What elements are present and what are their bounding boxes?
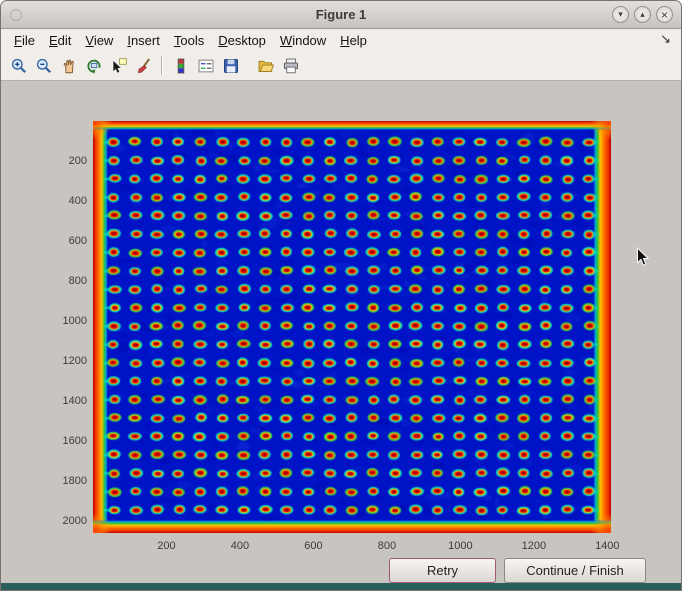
x-tick-label: 1200	[516, 540, 552, 552]
save-button[interactable]	[219, 54, 242, 77]
menu-help[interactable]: Help	[333, 31, 374, 50]
brush-button[interactable]	[132, 54, 155, 77]
y-tick-label: 1400	[45, 395, 87, 407]
window-title: Figure 1	[1, 7, 681, 22]
print-button[interactable]	[279, 54, 302, 77]
chevron-down-icon: ▾	[618, 10, 623, 19]
brush-icon	[135, 57, 153, 75]
menu-insert[interactable]: Insert	[120, 31, 167, 50]
maximize-button[interactable]: ▴	[634, 6, 651, 23]
shade-button[interactable]: ▾	[612, 6, 629, 23]
y-tick-label: 200	[45, 155, 87, 167]
window-menu-icon[interactable]	[10, 9, 22, 21]
y-tick-label: 2000	[45, 515, 87, 527]
y-tick-label: 600	[45, 235, 87, 247]
figure-content: 200 400 600 800 1000 1200 1400 1600 1800 2000 200 4…	[1, 81, 681, 590]
close-icon: ×	[661, 9, 668, 21]
menu-file[interactable]: File	[7, 31, 42, 50]
close-button[interactable]: ×	[656, 6, 673, 23]
x-tick-label: 1000	[442, 540, 478, 552]
insert-legend-button[interactable]	[194, 54, 217, 77]
print-icon	[282, 57, 300, 75]
y-tick-label: 800	[45, 275, 87, 287]
save-icon	[222, 57, 240, 75]
titlebar[interactable]: Figure 1 ▾ ▴ ×	[1, 1, 681, 29]
figure-window: Figure 1 ▾ ▴ × FileEditViewInsertToolsDe…	[0, 0, 682, 591]
data-cursor-button[interactable]	[107, 54, 130, 77]
chevron-up-icon: ▴	[640, 10, 645, 19]
x-tick-label: 600	[295, 540, 331, 552]
pan-button[interactable]	[57, 54, 80, 77]
zoom-in-icon	[10, 57, 28, 75]
y-tick-label: 1800	[45, 475, 87, 487]
window-controls: ▾ ▴ ×	[612, 6, 681, 23]
dock-figure-icon[interactable]: ↘	[660, 31, 671, 47]
rotate-3d-button[interactable]	[82, 54, 105, 77]
figure-toolbar	[1, 51, 681, 81]
menu-desktop[interactable]: Desktop	[211, 31, 273, 50]
open-file-button[interactable]	[254, 54, 277, 77]
retry-button[interactable]: Retry	[389, 558, 496, 583]
toolbar-separator	[161, 56, 163, 75]
menu-view[interactable]: View	[78, 31, 120, 50]
zoom-in-button[interactable]	[7, 54, 30, 77]
zoom-out-icon	[35, 57, 53, 75]
menubar: FileEditViewInsertToolsDesktopWindowHelp…	[1, 29, 681, 51]
menu-window[interactable]: Window	[273, 31, 333, 50]
hand-pan-icon	[60, 57, 78, 75]
colorbar-icon	[172, 57, 190, 75]
y-tick-label: 400	[45, 195, 87, 207]
colorbar-button[interactable]	[169, 54, 192, 77]
window-bottom-border	[1, 583, 681, 590]
continue-finish-button[interactable]: Continue / Finish	[504, 558, 646, 583]
legend-icon	[197, 57, 215, 75]
data-cursor-icon	[110, 57, 128, 75]
menubar-items: FileEditViewInsertToolsDesktopWindowHelp	[7, 31, 374, 50]
y-tick-label: 1200	[45, 355, 87, 367]
x-tick-label: 200	[148, 540, 184, 552]
rotate-3d-icon	[85, 57, 103, 75]
zoom-out-button[interactable]	[32, 54, 55, 77]
open-folder-icon	[257, 57, 275, 75]
x-tick-label: 800	[369, 540, 405, 552]
mouse-cursor-icon	[636, 247, 649, 267]
x-tick-label: 400	[222, 540, 258, 552]
figure-image[interactable]	[93, 121, 611, 533]
menu-edit[interactable]: Edit	[42, 31, 78, 50]
y-tick-label: 1000	[45, 315, 87, 327]
y-tick-label: 1600	[45, 435, 87, 447]
menu-tools[interactable]: Tools	[167, 31, 211, 50]
x-tick-label: 1400	[589, 540, 625, 552]
